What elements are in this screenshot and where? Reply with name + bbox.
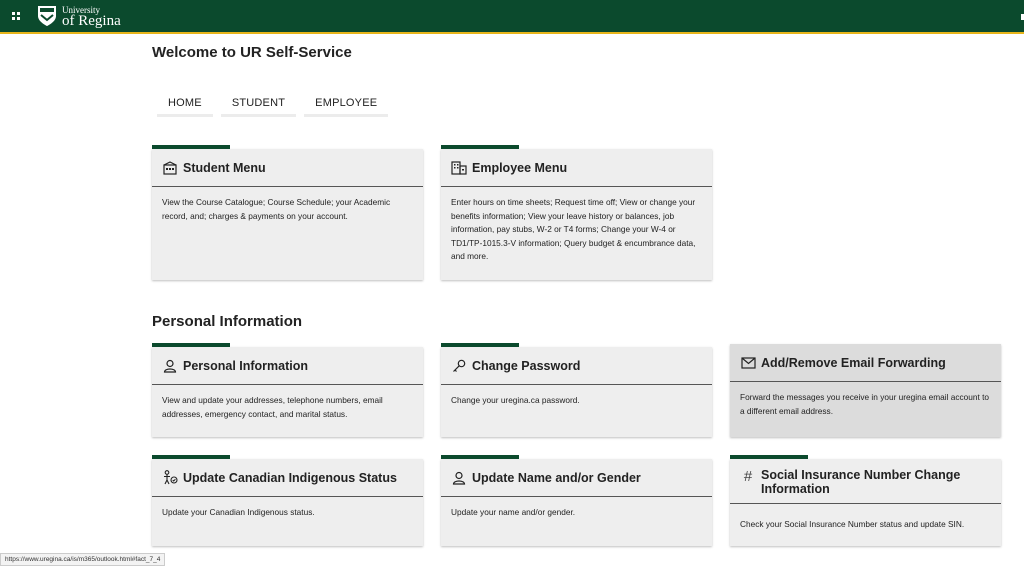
card-title: Update Name and/or Gender	[472, 470, 641, 485]
email-forwarding-card[interactable]: Add/Remove Email Forwarding Forward the …	[730, 344, 1001, 437]
card-title: Add/Remove Email Forwarding	[761, 355, 946, 370]
university-logo[interactable]: University of Regina	[37, 4, 121, 28]
card-title: Change Password	[472, 358, 581, 373]
person-badge-icon	[162, 470, 178, 486]
status-bar-url: https://www.uregina.ca/is/m365/outlook.h…	[0, 553, 166, 566]
tab-home[interactable]: HOME	[157, 95, 213, 117]
card-title: Personal Information	[183, 358, 309, 373]
card-description: View and update your addresses, telephon…	[162, 395, 383, 419]
card-accent	[441, 343, 519, 347]
person-icon	[451, 470, 467, 486]
logo-line2: of Regina	[62, 12, 121, 29]
hash-icon: #	[743, 467, 753, 485]
card-accent	[152, 343, 230, 347]
update-name-gender-card[interactable]: Update Name and/or Gender Update your na…	[441, 455, 712, 546]
change-password-card[interactable]: Change Password Change your uregina.ca p…	[441, 343, 712, 437]
main-nav: HOME STUDENT EMPLOYEE	[157, 95, 396, 117]
card-title: Employee Menu	[472, 160, 568, 175]
sin-change-card[interactable]: # Social Insurance Number Change Informa…	[730, 455, 1001, 546]
envelope-icon	[740, 355, 756, 371]
card-accent	[152, 145, 230, 149]
employee-menu-card[interactable]: Employee Menu Enter hours on time sheets…	[441, 145, 712, 280]
personal-information-card[interactable]: Personal Information View and update you…	[152, 343, 423, 437]
card-accent	[152, 455, 230, 459]
building-icon	[162, 160, 178, 176]
top-bar: University of Regina	[0, 0, 1024, 34]
card-description: View the Course Catalogue; Course Schedu…	[162, 197, 391, 221]
card-title: Student Menu	[183, 160, 266, 175]
app-grid-icon[interactable]	[12, 12, 20, 20]
card-description: Update your Canadian Indigenous status.	[162, 507, 315, 517]
card-title: Update Canadian Indigenous Status	[183, 470, 397, 485]
crest-icon	[38, 6, 56, 26]
student-menu-card[interactable]: Student Menu View the Course Catalogue; …	[152, 145, 423, 280]
card-description: Update your name and/or gender.	[451, 507, 576, 517]
card-description: Change your uregina.ca password.	[451, 395, 580, 405]
page-title: Welcome to UR Self-Service	[152, 44, 352, 61]
card-accent	[730, 455, 808, 459]
tab-student[interactable]: STUDENT	[220, 95, 297, 117]
key-icon	[451, 358, 467, 374]
tab-employee[interactable]: EMPLOYEE	[304, 95, 389, 117]
office-icon	[451, 160, 467, 176]
indigenous-status-card[interactable]: Update Canadian Indigenous Status Update…	[152, 455, 423, 546]
card-accent	[441, 455, 519, 459]
card-accent	[441, 145, 519, 149]
card-description: Check your Social Insurance Number statu…	[740, 519, 965, 529]
section-title: Personal Information	[152, 313, 303, 330]
card-title: Social Insurance Number Change Informati…	[761, 468, 961, 496]
card-description: Enter hours on time sheets; Request time…	[451, 197, 696, 261]
card-description: Forward the messages you receive in your…	[740, 392, 990, 416]
person-icon	[162, 358, 178, 374]
